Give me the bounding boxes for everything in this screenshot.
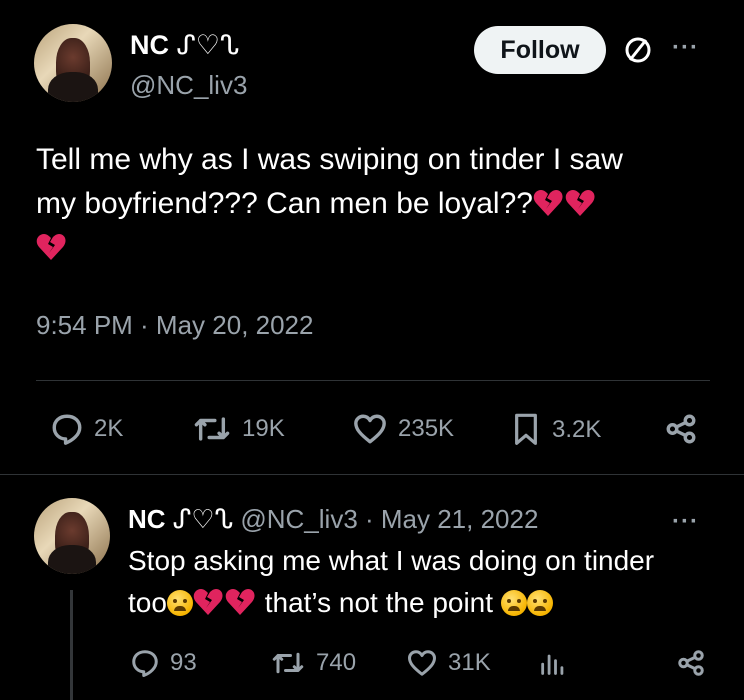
reply-avatar[interactable] (34, 498, 110, 574)
main-text-line1: Tell me why as I was swiping on tinder I… (36, 143, 623, 176)
reply-handle-date[interactable]: @NC_liv3 · May 21, 2022 (240, 504, 538, 534)
retweet-count: 740 (316, 649, 357, 676)
reply-text-line1: Stop asking me what I was doing on tinde… (128, 545, 655, 576)
retweet-icon (194, 417, 230, 441)
reply-icon (52, 414, 82, 445)
retweet-count: 19K (242, 415, 285, 442)
divider (36, 380, 710, 381)
broken-heart-emoji (225, 589, 255, 615)
follow-button[interactable]: Follow (474, 26, 606, 74)
bookmark-action[interactable]: 3.2K (510, 412, 601, 448)
retweet-action[interactable]: 740 (270, 648, 356, 678)
retweet-icon (272, 652, 304, 674)
main-author-name[interactable]: NC ᔑ♡ᔐ (130, 30, 239, 61)
reply-author-name[interactable]: NC (128, 504, 166, 534)
bookmark-count: 3.2K (552, 416, 602, 443)
views-icon (541, 654, 564, 675)
retweet-action[interactable]: 19K (192, 412, 285, 446)
more-icon[interactable]: ··· (672, 508, 699, 536)
reply-action[interactable]: 93 (130, 648, 197, 678)
tired-face-emoji (166, 590, 193, 616)
like-action[interactable]: 31K (406, 648, 491, 678)
views-action[interactable] (538, 648, 566, 678)
like-icon (408, 650, 436, 676)
like-count: 31K (448, 649, 491, 676)
like-action[interactable]: 235K (352, 412, 454, 446)
broken-heart-emoji (36, 234, 66, 260)
share-action[interactable] (676, 648, 706, 678)
broken-heart-emoji (533, 190, 563, 216)
like-icon (354, 414, 386, 444)
thread-line (70, 590, 73, 700)
pleading-face-emoji (526, 590, 553, 616)
divider (0, 474, 744, 475)
reply-text-part2a: too (128, 587, 167, 618)
reply-author-header[interactable]: NC ᔑ♡ᔐ @NC_liv3 · May 21, 2022 (128, 504, 538, 535)
bookmark-icon (515, 413, 537, 445)
tired-face-emoji (500, 590, 527, 616)
reply-count: 93 (170, 649, 197, 676)
broken-heart-emoji (565, 190, 595, 216)
name-decoration: ᔑ♡ᔐ (172, 504, 234, 534)
like-count: 235K (398, 415, 455, 442)
share-icon (666, 414, 696, 444)
more-icon[interactable]: ··· (672, 34, 699, 62)
reply-action[interactable]: 2K (50, 412, 123, 446)
main-timestamp[interactable]: 9:54 PM · May 20, 2022 (36, 310, 313, 341)
broken-heart-emoji (193, 589, 223, 615)
reply-tweet-text: Stop asking me what I was doing on tinde… (128, 540, 718, 624)
reply-count: 2K (94, 415, 124, 442)
reply-text-part2b: that’s not the point (256, 587, 494, 618)
main-avatar[interactable] (34, 24, 112, 102)
share-action[interactable] (664, 412, 698, 446)
main-text-line2: my boyfriend??? Can men be loyal?? (36, 187, 533, 220)
name-decoration: ᔑ♡ᔐ (176, 30, 240, 60)
share-icon (678, 650, 704, 676)
main-handle[interactable]: @NC_liv3 (130, 70, 247, 101)
ignore-icon[interactable] (618, 30, 658, 70)
main-tweet-text: Tell me why as I was swiping on tinder I… (36, 138, 716, 270)
reply-icon (132, 650, 158, 677)
